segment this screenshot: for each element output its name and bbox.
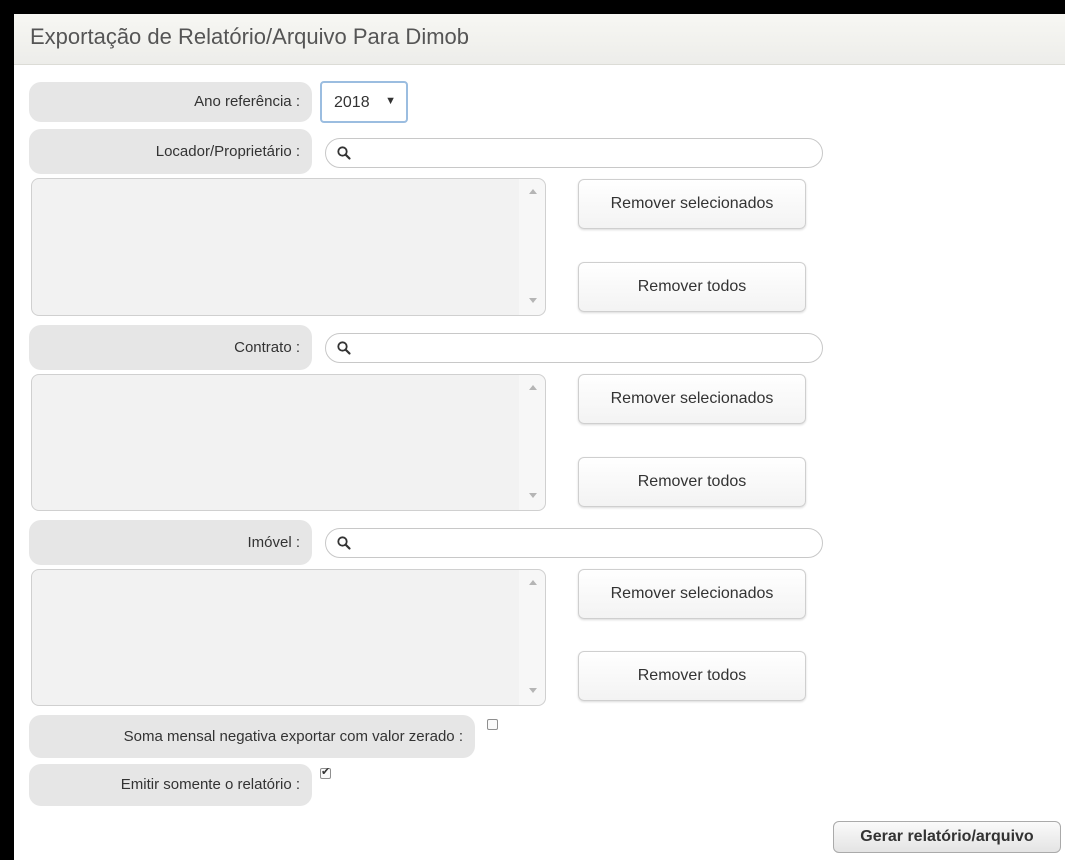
contrato-remove-all-button[interactable]: Remover todos: [578, 457, 806, 507]
contrato-search[interactable]: [325, 333, 823, 363]
contrato-remove-selected-button[interactable]: Remover selecionados: [578, 374, 806, 424]
search-icon: [337, 341, 351, 355]
locador-search[interactable]: [325, 138, 823, 168]
contrato-label: Contrato :: [29, 325, 312, 370]
locador-label-text: Locador/Proprietário :: [155, 143, 300, 160]
somente-relatorio-checkbox[interactable]: ✔: [320, 766, 331, 779]
scroll-down-arrow-icon[interactable]: [529, 688, 537, 693]
imovel-remove-selected-button[interactable]: Remover selecionados: [578, 569, 806, 619]
ano-referencia-value: 2018: [334, 94, 370, 111]
contrato-listbox[interactable]: [31, 374, 546, 511]
somente-relatorio-label-text: Emitir somente o relatório :: [120, 776, 300, 793]
search-icon: [337, 536, 351, 550]
contrato-scrollbar[interactable]: [519, 375, 545, 510]
locador-remove-selected-button[interactable]: Remover selecionados: [578, 179, 806, 229]
imovel-label: Imóvel :: [29, 520, 312, 565]
imovel-scrollbar[interactable]: [519, 570, 545, 705]
ano-referencia-label-text: Ano referência :: [194, 93, 300, 110]
search-icon: [337, 146, 351, 160]
generate-report-button[interactable]: Gerar relatório/arquivo: [833, 821, 1061, 853]
imovel-label-text: Imóvel :: [247, 534, 300, 551]
locador-scrollbar[interactable]: [519, 179, 545, 315]
checkmark-icon: ✔: [321, 766, 331, 778]
ano-referencia-select[interactable]: 2018 ▼: [320, 81, 408, 123]
imovel-search[interactable]: [325, 528, 823, 558]
imovel-search-input[interactable]: [360, 532, 810, 556]
locador-listbox[interactable]: [31, 178, 546, 316]
dropdown-arrow-icon: ▼: [385, 95, 396, 107]
panel-header: Exportação de Relatório/Arquivo Para Dim…: [14, 14, 1065, 65]
page-title: Exportação de Relatório/Arquivo Para Dim…: [30, 24, 470, 49]
soma-negativa-label: Soma mensal negativa exportar com valor …: [29, 715, 475, 758]
dimob-export-panel: Exportação de Relatório/Arquivo Para Dim…: [14, 14, 1065, 860]
contrato-search-input[interactable]: [360, 337, 810, 361]
locador-label: Locador/Proprietário :: [29, 129, 312, 174]
locador-remove-all-button[interactable]: Remover todos: [578, 262, 806, 312]
scroll-up-arrow-icon[interactable]: [529, 580, 537, 585]
imovel-remove-all-button[interactable]: Remover todos: [578, 651, 806, 701]
somente-relatorio-label: Emitir somente o relatório :: [29, 764, 312, 806]
soma-negativa-checkbox[interactable]: [487, 719, 498, 730]
scroll-down-arrow-icon[interactable]: [529, 493, 537, 498]
locador-search-input[interactable]: [360, 142, 810, 166]
imovel-listbox[interactable]: [31, 569, 546, 706]
scroll-up-arrow-icon[interactable]: [529, 385, 537, 390]
soma-negativa-label-text: Soma mensal negativa exportar com valor …: [123, 728, 463, 745]
ano-referencia-label: Ano referência :: [29, 82, 312, 122]
scroll-up-arrow-icon[interactable]: [529, 189, 537, 194]
scroll-down-arrow-icon[interactable]: [529, 298, 537, 303]
contrato-label-text: Contrato :: [234, 339, 300, 356]
